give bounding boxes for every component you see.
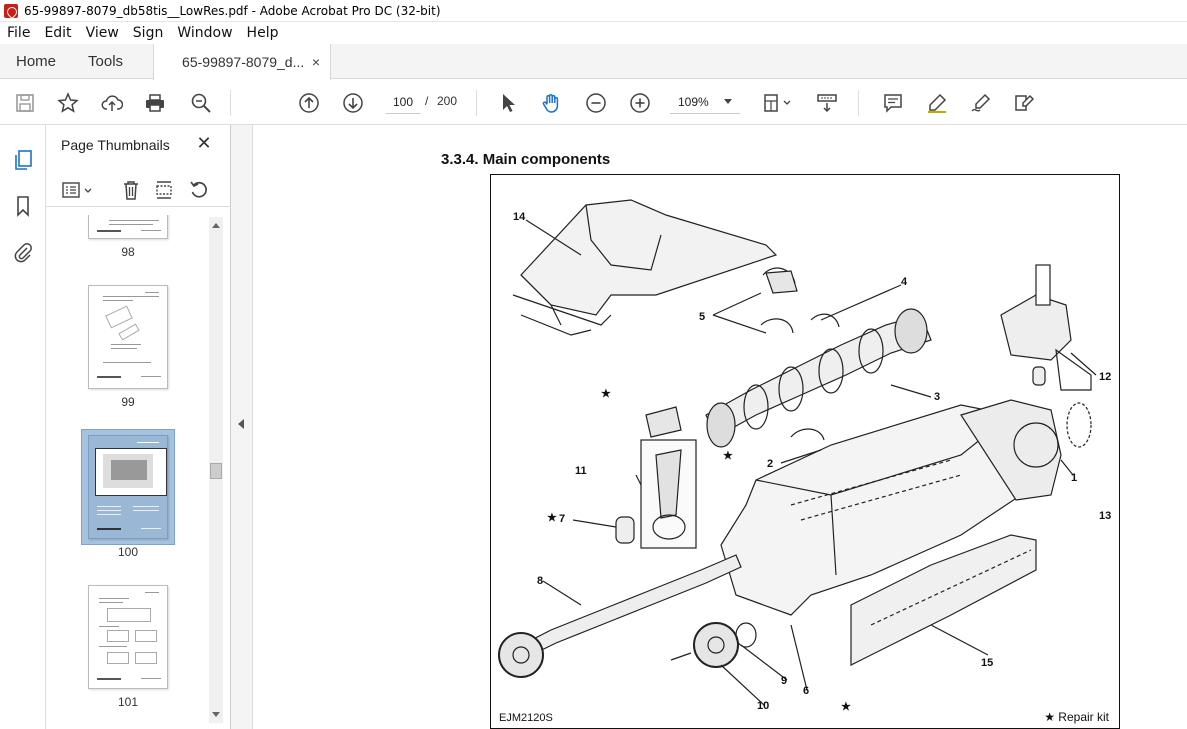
menu-view[interactable]: View [79,25,126,41]
callout-label: 7 [559,513,566,525]
thumbnail-list: 98 99 100 101 [46,215,211,725]
section-heading: 3.3.4. Main components [441,151,611,168]
repair-kit-marker: ★ [601,388,611,400]
comment-icon[interactable] [880,90,906,116]
thumbnail-label: 101 [117,695,139,709]
page-total: 200 [437,94,458,108]
tab-tools[interactable]: Tools [72,44,139,78]
repair-kit-marker: ★ [841,701,851,713]
callout-label: 3 [934,391,941,403]
panel-toolbar [46,173,231,207]
acrobat-window: 65-99897-8079_db58tis__LowRes.pdf - Adob… [0,0,1187,729]
page-fit-icon[interactable] [760,90,794,116]
callout-label: 13 [1099,510,1112,522]
menu-edit[interactable]: Edit [37,25,78,41]
repair-kit-marker: ★ [723,450,733,462]
tab-document[interactable]: 65-99897-8079_d... × [153,44,332,80]
rotate-page-icon[interactable] [186,177,212,203]
zoom-search-icon[interactable] [188,90,214,116]
exploded-engine-diagram: 14 4 5 12 3 1 2 11 13 7 8 15 9 6 10 ★ ★ … [490,174,1120,729]
toolbar-divider [230,90,231,116]
close-tab-icon[interactable]: × [312,54,320,70]
callout-label: 2 [767,458,774,470]
callout-label: 8 [537,575,544,587]
title-bar: 65-99897-8079_db58tis__LowRes.pdf - Adob… [0,0,1187,22]
menu-file[interactable]: File [0,25,37,41]
thumbnail-options-icon[interactable] [58,177,98,203]
callout-label: 12 [1099,371,1112,383]
menu-sign[interactable]: Sign [126,25,171,41]
upload-cloud-icon[interactable] [99,90,125,116]
callout-label: 9 [781,675,788,687]
collapse-left-icon [238,419,244,429]
callout-label: 1 [1071,472,1078,484]
bookmarks-icon[interactable] [10,193,36,219]
sign-pen-icon[interactable] [968,90,994,116]
menu-help[interactable]: Help [240,25,286,41]
engine-components-drawing [498,199,1097,706]
thumbnail-page-current[interactable] [88,435,168,539]
toolbar-divider [476,90,477,116]
document-view[interactable]: 3.3.4. Main components 14 4 5 12 3 1 2 1… [253,125,1187,729]
scrollbar-thumb[interactable] [210,463,222,479]
window-title: 65-99897-8079_db58tis__LowRes.pdf - Adob… [24,3,441,18]
zoom-out-icon[interactable] [583,90,609,116]
close-panel-icon[interactable]: ✕ [194,133,214,153]
panel-title: Page Thumbnails [61,137,170,153]
thumbnail-page[interactable] [88,215,168,239]
callout-label: 4 [901,276,908,288]
attachments-paperclip-icon[interactable] [10,239,36,265]
zoom-in-icon[interactable] [627,90,653,116]
callout-label: 14 [513,211,526,223]
navigation-rail [0,125,46,729]
document-tab-label: 65-99897-8079_d... [182,54,305,70]
extract-page-icon[interactable] [151,177,177,203]
star-bookmark-icon[interactable] [55,90,81,116]
highlight-pen-icon[interactable] [924,90,950,116]
chevron-down-icon [724,99,732,104]
thumbnail-label: 100 [117,545,139,559]
acrobat-app-icon [4,3,18,18]
previous-page-icon[interactable] [296,90,322,116]
thumbnail-label: 99 [121,395,135,409]
panel-collapse-handle[interactable] [231,125,253,729]
zoom-level-select[interactable]: 109% [670,90,740,114]
toolbar-divider [858,90,859,116]
page-thumbnails-panel: Page Thumbnails ✕ 98 99 100 101 [46,125,231,729]
figure-legend-repair-kit: ★ Repair kit [1044,710,1109,724]
fill-sign-icon[interactable] [1011,90,1037,116]
callout-label: 11 [575,465,587,477]
thumbnail-page[interactable] [88,285,168,389]
thumbnail-label: 98 [121,245,135,259]
callout-label: 6 [803,685,810,697]
callout-label: 15 [981,657,994,669]
hand-tool-icon[interactable] [538,90,564,116]
callout-label: 5 [699,311,706,323]
page-thumbnails-icon[interactable] [10,147,36,173]
page-number-input[interactable]: 100 [385,90,421,114]
scroll-mode-icon[interactable] [814,90,840,116]
tab-home[interactable]: Home [0,44,72,78]
menu-bar: File Edit View Sign Window Help [0,22,1187,44]
thumbnail-scrollbar[interactable] [209,217,223,723]
zoom-level-value: 109% [678,95,709,109]
toolbar: 100 / 200 109% [0,80,1187,125]
page-separator: / [425,94,429,108]
figure-code: EJM2120S [499,712,553,724]
repair-kit-marker: ★ [547,512,557,524]
thumbnail-page[interactable] [88,585,168,689]
scroll-down-icon[interactable] [212,712,220,717]
select-cursor-icon[interactable] [495,90,521,116]
next-page-icon[interactable] [340,90,366,116]
callout-label: 10 [757,700,770,712]
tab-bar: Home Tools 65-99897-8079_d... × [0,44,1187,80]
scroll-up-icon[interactable] [212,223,220,228]
save-icon[interactable] [12,90,38,116]
print-icon[interactable] [142,90,168,116]
menu-window[interactable]: Window [170,25,239,41]
delete-page-icon[interactable] [118,177,144,203]
